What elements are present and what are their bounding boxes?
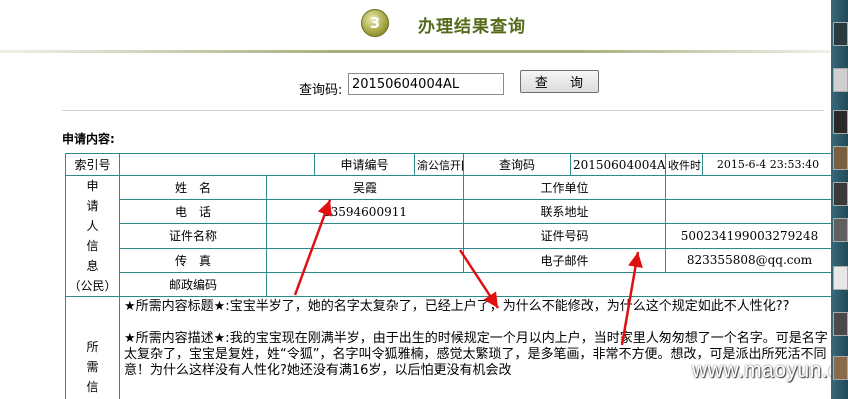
request-title-text: ★所需内容标题★:宝宝半岁了，她的名字太复杂了，已经上户了，为什么不能修改，为什…: [124, 299, 790, 314]
table-row: 邮政编码: [66, 271, 834, 298]
side-char: 信: [86, 380, 99, 394]
side-char: 人: [86, 219, 99, 233]
table-row: 证件名称 证件号码 500234199003279248: [66, 223, 834, 249]
table-row: 电 话 13594600911 联系地址: [66, 199, 834, 225]
sidebar-thumbnail[interactable]: [833, 218, 848, 242]
query-code-label: 查询码:: [299, 83, 343, 98]
index-value: [119, 153, 315, 176]
desc-side-label: 所 需 信: [65, 296, 120, 399]
sidebar-thumbnail[interactable]: [833, 312, 848, 336]
cert-no-value: 500234199003279248: [665, 223, 834, 249]
sidebar-thumbnail[interactable]: [833, 146, 848, 170]
sidebar-thumbnail[interactable]: [833, 182, 848, 206]
name-value: 吴霞: [266, 174, 464, 201]
address-value: [665, 199, 834, 225]
side-char: （公民）: [68, 279, 117, 293]
fax-value: [266, 247, 464, 273]
sidebar-thumbnail[interactable]: [833, 110, 848, 134]
side-char: 信: [86, 239, 99, 253]
query-code-cell-label: 查询码: [463, 153, 571, 176]
fax-label: 传 真: [119, 247, 267, 273]
sidebar-thumbnail[interactable]: [833, 68, 848, 92]
request-description: ★所需内容标题★:宝宝半岁了，她的名字太复杂了，已经上户了，为什么不能修改，为什…: [119, 296, 834, 399]
table-row: 申 请 人 信 息 （公民） 姓 名 吴霞 工作单位: [65, 174, 834, 297]
query-code-cell-value: 20150604004AL: [570, 153, 666, 176]
email-label: 电子邮件: [463, 247, 666, 273]
cert-no-label: 证件号码: [463, 223, 666, 249]
query-code-input[interactable]: [348, 73, 504, 95]
query-button[interactable]: 查 询: [520, 70, 599, 93]
phone-label: 电 话: [119, 199, 267, 225]
page-header: 3 办理结果查询: [0, 0, 830, 53]
step-number: 3: [369, 14, 381, 32]
side-char: 申: [86, 179, 99, 193]
work-unit-value: [665, 174, 834, 201]
side-char: 需: [86, 360, 99, 374]
page-title: 办理结果查询: [418, 17, 526, 37]
sidebar-thumbnail[interactable]: [833, 22, 848, 46]
side-char: 息: [86, 259, 99, 273]
step-badge: 3: [361, 9, 389, 37]
header-divider: [0, 50, 830, 53]
applicant-side-label: 申 请 人 信 息 （公民）: [65, 175, 120, 297]
email-value: 823355808@qq.com: [665, 247, 834, 273]
name-label: 姓 名: [119, 174, 267, 201]
section-title: 申请内容:: [62, 132, 115, 146]
divider: [62, 110, 824, 111]
table-row: 传 真 电子邮件 823355808@qq.com: [66, 247, 834, 273]
receive-time-value: 2015-6-4 23:53:40: [702, 153, 834, 176]
side-char: 请: [86, 199, 99, 213]
postcode-label: 邮政编码: [119, 271, 267, 298]
sidebar-thumbnail[interactable]: [833, 266, 848, 290]
postcode-value: [266, 271, 834, 298]
address-label: 联系地址: [463, 199, 666, 225]
apply-no-label: 申请编号: [314, 153, 415, 176]
work-unit-label: 工作单位: [463, 174, 666, 201]
cert-name-label: 证件名称: [119, 223, 267, 249]
table-row: 索引号 申请编号 渝公信开[2015]3315 查询码 20150604004A…: [65, 153, 834, 176]
table-row: 所 需 信 ★所需内容标题★:宝宝半岁了，她的名字太复杂了，已经上户了，为什么不…: [65, 296, 834, 399]
watermark: www.maoyun.org: [692, 359, 848, 382]
side-char: 所: [86, 340, 99, 354]
phone-value: 13594600911: [266, 199, 464, 225]
cert-name-value: [266, 223, 464, 249]
apply-no-value: 渝公信开[2015]3315: [414, 153, 464, 176]
sidebar-thumbnail[interactable]: [833, 356, 848, 380]
index-label: 索引号: [65, 153, 120, 176]
receive-time-label: 收件时间: [665, 153, 703, 176]
